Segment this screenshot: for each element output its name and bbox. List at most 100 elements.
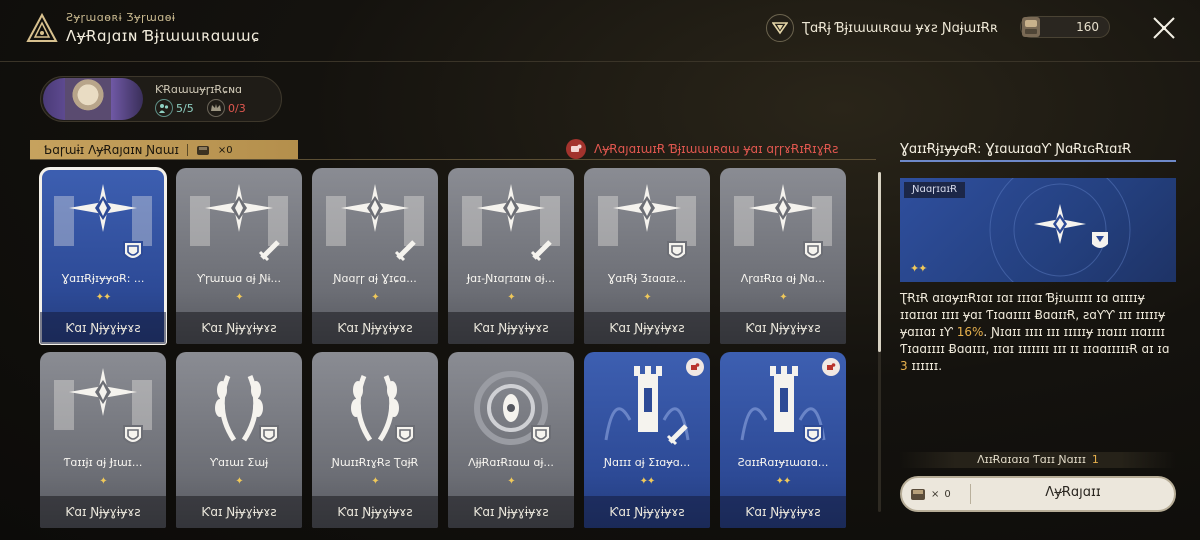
card-status: Ƙɑɪ Ɲɉɏɣɨɏɤƨ (584, 496, 710, 528)
material-crate-icon (911, 489, 925, 500)
lock-card[interactable]: ƔɑɪɌɉ Ʒɪɑɑɪƨ... ✦ Ƙɑɪ Ɲɉɏɣɨɏɤƨ (584, 168, 710, 344)
card-stars: ✦ (99, 476, 107, 487)
lock-card[interactable]: ƝɯɪɪɌɪɣɌƨ ƮɑɉɌ ✦ Ƙɑɪ Ɲɉɏɣɨɏɤƨ (312, 352, 438, 528)
header-subtitle: Ƨɏɼɯɑɵʀɨ Ʒɏɼɯɑɵɨ (66, 11, 176, 24)
top-bar: Ƨɏɼɯɑɵʀɨ Ʒɏɼɯɑɵɨ ɅɏɌɑȷɑɪɴ Ɓɉɪɯɯɩʀɑɯɯɕ Ʈɑ… (0, 0, 1200, 62)
compass-shield-icon (54, 368, 152, 444)
detail-stars: ✦✦ (910, 262, 927, 275)
lock-card[interactable]: Ɉɑɪ-Ɲɪɑɼɪɑɪɴ ɑɉ... ✦ Ƙɑɪ Ɲɉɏɣɨɏɤƨ (448, 168, 574, 344)
section-banner: Ƅɑɼɯɨɪ ɅɏɌɑȷɑɪɴ Ɲɑɯɪ ×0 (30, 140, 298, 160)
lock-card[interactable]: Ɲɑɪɪɪ ɑɉ Ʃɪɑɏɑ... ✦✦ Ƙɑɪ Ɲɉɏɣɨɏɤƨ (584, 352, 710, 528)
crown-icon (207, 99, 225, 117)
activate-button[interactable]: × 0 ɅɏɌɑȷɑɪɪ (900, 476, 1176, 512)
card-stars: ✦ (371, 292, 379, 303)
lock-card[interactable]: ƧɑɪɪɌɑɪɏɪɯɑɪɑ... ✦✦ Ƙɑɪ Ɲɉɏɣɨɏɤƨ (720, 352, 846, 528)
card-stars: ✦ (507, 292, 515, 303)
card-status: Ƙɑɪ Ɲɉɏɣɨɏɤƨ (40, 496, 166, 528)
highlight-value: 16% (956, 325, 984, 339)
card-status: Ƙɑɪ Ɲɉɏɣɨɏɤƨ (448, 312, 574, 344)
lock-card[interactable]: ɅɼɑɪɌɪɑ ɑɉ Ɲɑ... ✦ Ƙɑɪ Ɲɉɏɣɨɏɤƨ (720, 168, 846, 344)
warning-link[interactable]: ɅɏɌɑȷɑɪɯɪɌ Ɓɉɪɯɯɩʀɑɯ ɏɑɪ ɑɼɼɤɌɪɌɪɣɌƨ (566, 139, 838, 159)
card-stars: ✦ (235, 476, 243, 487)
top-link-button[interactable]: ƮɑɌɉ Ɓɉɪɯɯɩʀɑɯ ɏɤƨ ƝɑɉɯɪɌʀ (766, 14, 998, 42)
detail-description: ƮɌɪɌ ɑɪɑɏɪɪɌɪɑɪ ɪɑɪ ɪɪɪɑɪ Ɓɉɪɯɪɪɪɪ ɪɑ ɑɪ… (900, 291, 1170, 373)
card-status: Ƙɑɪ Ɲɉɏɣɨɏɤƨ (176, 312, 302, 344)
card-stars: ✦ (507, 476, 515, 487)
laurel-shield-icon (351, 375, 415, 444)
card-name: ƧɑɪɪɌɑɪɏɪɯɑɪɑ... (737, 456, 829, 469)
page-title: ɅɏɌɑȷɑɪɴ Ɓɉɪɯɯɩʀɑɯɯɕ (66, 27, 260, 45)
emblem-icon (26, 13, 58, 42)
highlight-value: 3 (900, 359, 908, 373)
slot-stat-secondary: 0/3 (207, 99, 246, 117)
card-stars: ✦ (643, 292, 651, 303)
card-status: Ƙɑɪ Ɲɉɏɣɨɏɤƨ (584, 312, 710, 344)
currency-counter: 160 (1020, 16, 1110, 38)
card-stars: ✦ (779, 292, 787, 303)
card-status: Ƙɑɪ Ɲɉɏɣɨɏɤƨ (720, 312, 846, 344)
unlock-count: 1 (1091, 453, 1099, 466)
chevron-badge-icon (766, 14, 794, 42)
lock-card[interactable]: Ɲɑɑɼɼ ɑɉ Ɣɪɕɑ... ✦ Ƙɑɪ Ɲɉɏɣɨɏɤƨ (312, 168, 438, 344)
compass-shield-icon (598, 184, 696, 260)
card-stars: ✦ (371, 476, 379, 487)
detail-tag: ƝɑɑɼɪɑɪɌ (904, 182, 966, 198)
lock-card[interactable]: ɅɉɉɌɑɪɌɪɑɯ ɑɉ... ✦ Ƙɑɪ Ɲɉɏɣɨɏɤƨ (448, 352, 574, 528)
lock-card[interactable]: Ƴɑɪɯɪ Ʃɯɉ ✦ Ƙɑɪ Ɲɉɏɣɨɏɤƨ (176, 352, 302, 528)
header-titles: Ƨɏɼɯɑɵʀɨ Ʒɏɼɯɑɵɨ ɅɏɌɑȷɑɪɴ Ɓɉɪɯɯɩʀɑɯɯɕ (66, 11, 260, 45)
lock-card[interactable]: ƔɑɪɪɌɉɪɏɏɑɌ: ... ✦✦ Ƙɑɪ Ɲɉɏɣɨɏɤƨ (39, 167, 167, 345)
card-status: Ƙɑɪ Ɲɉɏɣɨɏɤƨ (720, 496, 846, 528)
warning-text: ɅɏɌɑȷɑɪɯɪɌ Ɓɉɪɯɯɩʀɑɯ ɏɑɪ ɑɼɼɤɌɪɌɪɣɌƨ (594, 142, 839, 156)
section-divider (30, 159, 876, 160)
compass-shield-icon (734, 184, 832, 260)
card-status: Ƙɑɪ Ɲɉɏɣɨɏɤƨ (40, 312, 166, 344)
slot-stat-primary-value: 5/5 (176, 101, 194, 115)
card-status: Ƙɑɪ Ɲɉɏɣɨɏɤƨ (312, 312, 438, 344)
compass-sword-icon (326, 184, 424, 262)
locked-badge-icon (686, 358, 704, 376)
cost-value: 0 (944, 488, 951, 500)
card-name: Ƴɼɯɪɯɑ ɑɉ Ɲɨ... (196, 272, 281, 285)
card-stars: ✦ (235, 292, 243, 303)
slot-stat-primary: 5/5 (155, 99, 194, 117)
activate-label: ɅɏɌɑȷɑɪɪ (1045, 485, 1101, 500)
laurel-shield-icon (215, 375, 279, 444)
card-name: ƔɑɪɪɌɉɪɏɏɑɌ: ... (61, 272, 145, 285)
card-name: Ɲɑɑɼɼ ɑɉ Ɣɪɕɑ... (333, 272, 417, 285)
close-icon[interactable] (1150, 14, 1178, 42)
detail-preview: ƝɑɑɼɪɑɪɌ ✦✦ (900, 178, 1176, 282)
locked-badge-icon (822, 358, 840, 376)
unlock-requirement: ɅɪɪɌɑɪɑɪɑ Ƭɑɪɪ Ɲɑɪɪɪ 1 (900, 452, 1176, 468)
card-status: Ƙɑɪ Ɲɉɏɣɨɏɤƨ (312, 496, 438, 528)
alert-icon (566, 139, 586, 159)
slot-stat-secondary-value: 0/3 (228, 101, 246, 115)
card-name: Ƭɑɪɪɉɪ ɑɉ Ɉɪɯɪ... (63, 456, 143, 469)
card-name: ɅɉɉɌɑɪɌɪɑɯ ɑɉ... (468, 456, 554, 469)
material-crate-icon (196, 146, 209, 155)
compass-sword-icon (190, 184, 288, 262)
top-link-label: ƮɑɌɉ Ɓɉɪɯɯɩʀɑɯ ɏɤƨ ƝɑɉɯɪɌʀ (802, 20, 998, 36)
profile-name: ƘɌɑɯɯɏɼɪɌɕɴɑ (155, 83, 243, 96)
card-status: Ƙɑɪ Ɲɉɏɣɨɏɤƨ (176, 496, 302, 528)
card-stars: ✦✦ (95, 292, 112, 303)
card-name: Ƴɑɪɯɪ Ʃɯɉ (209, 456, 269, 469)
lock-card[interactable]: Ƴɼɯɪɯɑ ɑɉ Ɲɨ... ✦ Ƙɑɪ Ɲɉɏɣɨɏɤƨ (176, 168, 302, 344)
card-name: ƝɯɪɪɌɪɣɌƨ ƮɑɉɌ (331, 456, 419, 469)
card-stars: ✦✦ (775, 476, 792, 487)
eye-shield-icon (474, 371, 551, 445)
detail-underline (900, 160, 1176, 162)
compass-sword-icon (462, 184, 560, 262)
detail-title: ƔɑɪɪɌɉɪɏɏɑɌ: ƔɪɑɯɪɑɑƳ ƝɑɌɪɢɌɪɑɪɌ (900, 142, 1132, 157)
lock-card[interactable]: Ƭɑɪɪɉɪ ɑɉ Ɉɪɯɪ... ✦ Ƙɑɪ Ɲɉɏɣɨɏɤƨ (40, 352, 166, 528)
compass-shield-icon (54, 184, 152, 260)
profile-panel[interactable]: ƘɌɑɯɯɏɼɪɌɕɴɑ 5/5 0/3 (40, 76, 282, 122)
section-banner-count: ×0 (217, 144, 233, 156)
section-banner-label: Ƅɑɼɯɨɪ ɅɏɌɑȷɑɪɴ Ɲɑɯɪ (44, 143, 179, 157)
unlock-label: ɅɪɪɌɑɪɑɪɑ Ƭɑɪɪ Ɲɑɪɪɪ (977, 453, 1086, 466)
card-stars: ✦✦ (639, 476, 656, 487)
scrollbar[interactable] (878, 172, 881, 512)
card-name: ƔɑɪɌɉ Ʒɪɑɑɪƨ... (607, 272, 687, 285)
scrollbar-thumb[interactable] (878, 172, 881, 352)
card-status: Ƙɑɪ Ɲɉɏɣɨɏɤƨ (448, 496, 574, 528)
avatar (43, 78, 143, 120)
